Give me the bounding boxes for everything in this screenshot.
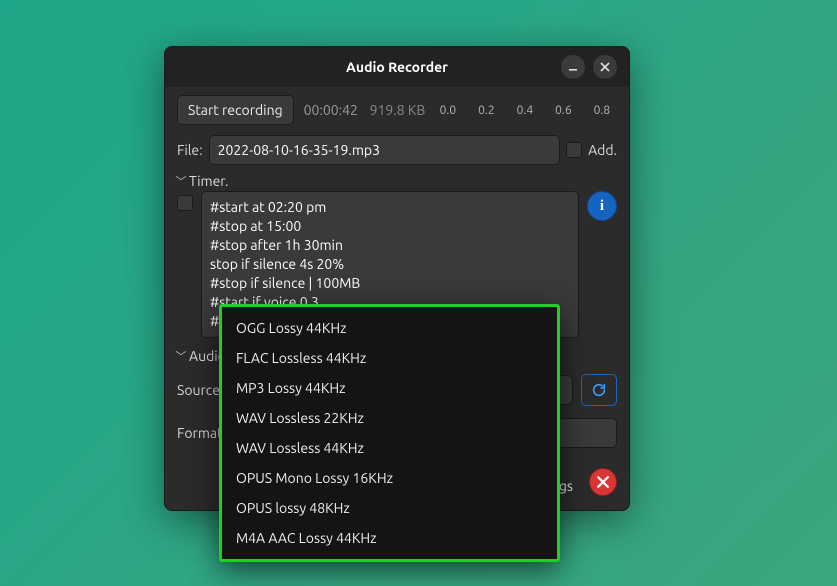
start-recording-button[interactable]: Start recording bbox=[177, 95, 294, 125]
file-row: File: 2022-08-10-16-35-19.mp3 Add. bbox=[177, 135, 617, 165]
level-tick: 0.6 bbox=[555, 104, 572, 117]
level-tick: 0.0 bbox=[440, 104, 457, 117]
format-option[interactable]: FLAC Lossless 44KHz bbox=[222, 343, 557, 373]
format-option[interactable]: M4A AAC Lossy 44KHz bbox=[222, 523, 557, 553]
recording-duration: 00:00:42 bbox=[304, 102, 360, 118]
close-icon bbox=[597, 476, 609, 488]
level-scale: 0.0 0.2 0.4 0.6 0.8 bbox=[440, 104, 611, 117]
info-icon: i bbox=[600, 198, 604, 215]
format-option[interactable]: WAV Lossless 22KHz bbox=[222, 403, 557, 433]
format-option[interactable]: MP3 Lossy 44KHz bbox=[222, 373, 557, 403]
file-label: File: bbox=[177, 142, 203, 158]
recording-size: 919.8 KB bbox=[370, 102, 426, 118]
level-tick: 0.8 bbox=[594, 104, 611, 117]
add-checkbox[interactable] bbox=[566, 142, 582, 158]
window-title: Audio Recorder bbox=[346, 59, 448, 75]
level-tick: 0.4 bbox=[517, 104, 534, 117]
refresh-sources-button[interactable] bbox=[581, 374, 617, 406]
timer-line: #stop if silence | 100MB bbox=[210, 274, 570, 293]
chevron-down-icon: ﹀ bbox=[175, 173, 187, 189]
recording-toolbar: Start recording 00:00:42 919.8 KB 0.0 0.… bbox=[177, 95, 617, 125]
format-option[interactable]: OPUS Mono Lossy 16KHz bbox=[222, 463, 557, 493]
close-button[interactable] bbox=[593, 55, 617, 79]
timer-info-button[interactable]: i bbox=[587, 191, 617, 221]
settings-button-partial[interactable]: gs bbox=[559, 478, 573, 494]
format-option[interactable]: OGG Lossy 44KHz bbox=[222, 313, 557, 343]
refresh-icon bbox=[591, 382, 607, 398]
timer-line: #stop at 15:00 bbox=[210, 217, 570, 236]
format-option[interactable]: OPUS lossy 48KHz bbox=[222, 493, 557, 523]
timer-enable-checkbox[interactable] bbox=[177, 195, 193, 211]
timer-header-label: Timer. bbox=[189, 173, 228, 189]
format-dropdown-menu[interactable]: OGG Lossy 44KHz FLAC Lossless 44KHz MP3 … bbox=[219, 304, 560, 562]
format-option[interactable]: WAV Lossless 44KHz bbox=[222, 433, 557, 463]
level-tick: 0.2 bbox=[478, 104, 495, 117]
minimize-button[interactable] bbox=[561, 55, 585, 79]
timer-line: #stop after 1h 30min bbox=[210, 236, 570, 255]
timer-expander[interactable]: ﹀ Timer. bbox=[175, 173, 617, 189]
timer-line: stop if silence 4s 20% bbox=[210, 255, 570, 274]
timer-line: #start at 02:20 pm bbox=[210, 198, 570, 217]
file-name-input[interactable]: 2022-08-10-16-35-19.mp3 bbox=[209, 135, 560, 165]
chevron-down-icon: ﹀ bbox=[175, 348, 187, 364]
add-label: Add. bbox=[588, 142, 617, 158]
titlebar[interactable]: Audio Recorder bbox=[165, 47, 629, 87]
quit-button[interactable] bbox=[589, 468, 617, 496]
